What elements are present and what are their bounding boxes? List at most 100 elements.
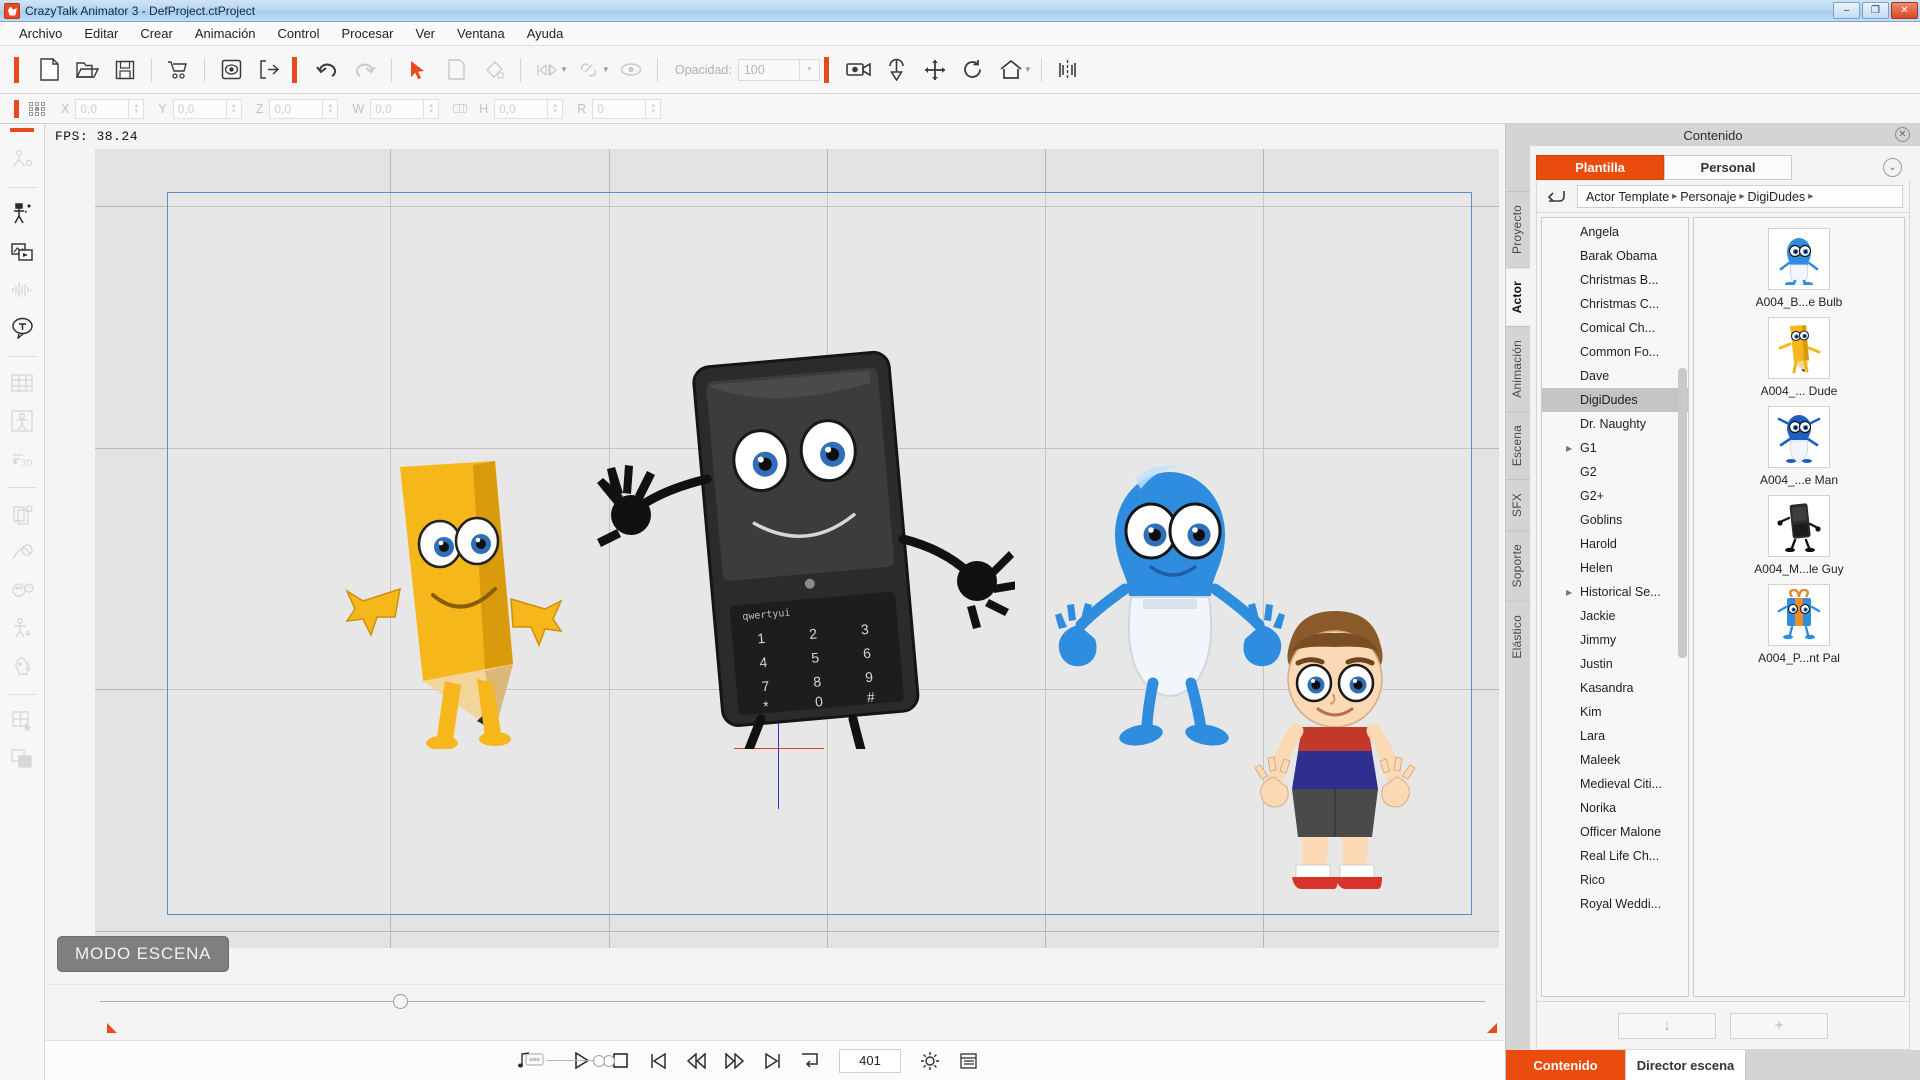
- pin-icon[interactable]: [878, 53, 916, 87]
- category-item[interactable]: Dr. Naughty: [1542, 412, 1688, 436]
- category-item[interactable]: Jackie: [1542, 604, 1688, 628]
- field-w-spinner[interactable]: ▲ ▼: [424, 98, 440, 119]
- mirror-icon[interactable]: [1049, 53, 1087, 87]
- category-item[interactable]: Christmas B...: [1542, 268, 1688, 292]
- menu-item-control[interactable]: Control: [267, 23, 331, 44]
- field-w[interactable]: W 0,0 ▲ ▼: [352, 98, 440, 119]
- vtab-animacion[interactable]: Animación: [1506, 326, 1530, 412]
- motion-key-icon[interactable]: [5, 535, 39, 569]
- select-arrow-icon[interactable]: [399, 53, 437, 87]
- add-button[interactable]: +: [1730, 1012, 1828, 1039]
- vtab-escena[interactable]: Escena: [1506, 411, 1530, 480]
- field-z[interactable]: Z 0,0 ▲ ▼: [256, 98, 339, 119]
- undo-icon[interactable]: [308, 53, 346, 87]
- export-icon[interactable]: [250, 53, 288, 87]
- field-x-spinner[interactable]: ▲ ▼: [129, 98, 145, 119]
- tab-personal[interactable]: Personal: [1664, 155, 1792, 180]
- category-item[interactable]: Rico: [1542, 868, 1688, 892]
- chevron-down-circle-icon[interactable]: ⌄: [1883, 158, 1902, 177]
- vtab-elastico[interactable]: Elástico: [1506, 600, 1530, 672]
- field-r-spinner[interactable]: ▲ ▼: [646, 98, 662, 119]
- audio-wave-icon[interactable]: [5, 273, 39, 307]
- opacity-dropdown-icon[interactable]: ▼: [799, 58, 820, 81]
- rotate-icon[interactable]: [954, 53, 992, 87]
- vtab-actor[interactable]: Actor: [1506, 266, 1530, 327]
- category-item[interactable]: Harold: [1542, 532, 1688, 556]
- close-button[interactable]: ✕: [1891, 2, 1918, 19]
- breadcrumb-item-2[interactable]: DigiDudes: [1748, 190, 1806, 204]
- menu-item-ver[interactable]: Ver: [405, 23, 447, 44]
- aspect-lock-icon[interactable]: [453, 104, 468, 113]
- present-character-thumb[interactable]: [1768, 584, 1830, 646]
- vtab-proyecto[interactable]: Proyecto: [1506, 191, 1530, 267]
- field-y[interactable]: Y 0,0 ▲ ▼: [158, 98, 242, 119]
- minimize-button[interactable]: –: [1833, 2, 1860, 19]
- menu-item-animacion[interactable]: Animación: [184, 23, 267, 44]
- breadcrumb-item-1[interactable]: Personaje: [1680, 190, 1736, 204]
- expand-triangle-icon[interactable]: ▶: [1566, 444, 1572, 453]
- menu-item-ayuda[interactable]: Ayuda: [516, 23, 575, 44]
- head-profile-icon[interactable]: [5, 649, 39, 683]
- scrub-track[interactable]: [100, 1001, 1485, 1002]
- maximize-button[interactable]: ❐: [1862, 2, 1889, 19]
- anchor-grid-icon[interactable]: [29, 101, 45, 116]
- timeline-scrub-bar[interactable]: [45, 984, 1505, 1018]
- camera-icon[interactable]: [840, 53, 878, 87]
- field-x[interactable]: X 0,0 ▲ ▼: [61, 98, 145, 119]
- category-item[interactable]: Maleek: [1542, 748, 1688, 772]
- preview-icon[interactable]: [212, 53, 250, 87]
- range-marker-end[interactable]: [1487, 1023, 1497, 1033]
- volume-slider-track[interactable]: [547, 1060, 593, 1061]
- actor-puppet-icon[interactable]: [5, 197, 39, 231]
- field-z-input[interactable]: 0,0: [269, 98, 324, 119]
- category-item[interactable]: ▶ Historical Se...: [1542, 580, 1688, 604]
- prev-frame-button[interactable]: [681, 1047, 711, 1075]
- category-item[interactable]: Kasandra: [1542, 676, 1688, 700]
- category-item[interactable]: Royal Weddi...: [1542, 892, 1688, 916]
- field-r[interactable]: R 0 ▲ ▼: [577, 98, 662, 119]
- category-item[interactable]: Christmas C...: [1542, 292, 1688, 316]
- field-r-input[interactable]: 0: [592, 98, 647, 119]
- text-bubble-icon[interactable]: [5, 311, 39, 345]
- current-frame-input[interactable]: 401: [839, 1048, 901, 1073]
- boy-character[interactable]: [1250, 601, 1420, 901]
- mobile-character-thumb[interactable]: [1768, 495, 1830, 557]
- move-icon[interactable]: [916, 53, 954, 87]
- bone-rig-icon[interactable]: [5, 142, 39, 176]
- new-document-icon[interactable]: [30, 53, 68, 87]
- field-h-input[interactable]: 0,0: [494, 98, 549, 119]
- last-frame-button[interactable]: [757, 1047, 787, 1075]
- layers-icon[interactable]: [5, 497, 39, 531]
- thumbnail-item[interactable]: A004_P...nt Pal: [1694, 584, 1904, 665]
- music-note-icon[interactable]: [509, 1047, 539, 1075]
- field-w-input[interactable]: 0,0: [370, 98, 425, 119]
- thumbnail-item[interactable]: A004_M...le Guy: [1694, 495, 1904, 576]
- thumbnail-grid[interactable]: A004_B...e Bulb A004_... Dude A004_...e …: [1693, 217, 1905, 997]
- category-item[interactable]: G2: [1542, 460, 1688, 484]
- three-d-icon[interactable]: 3D: [5, 442, 39, 476]
- bottom-tab-contenido[interactable]: Contenido: [1506, 1050, 1626, 1080]
- thumbnail-item[interactable]: A004_...e Man: [1694, 406, 1904, 487]
- loop-button[interactable]: [795, 1047, 825, 1075]
- canvas-area[interactable]: FPS: 38.24 qwertyui 1 2 3 4 5 6 7 8 9 * …: [45, 124, 1505, 984]
- menu-item-crear[interactable]: Crear: [129, 23, 184, 44]
- home-chevron-icon[interactable]: ▼: [1024, 65, 1032, 74]
- volume-slider[interactable]: [547, 1054, 605, 1067]
- category-list[interactable]: Angela Barak Obama Christmas B... Christ…: [1541, 217, 1689, 997]
- breadcrumb-item-0[interactable]: Actor Template: [1586, 190, 1669, 204]
- category-item[interactable]: Angela: [1542, 220, 1688, 244]
- category-item[interactable]: Common Fo...: [1542, 340, 1688, 364]
- tab-plantilla[interactable]: Plantilla: [1536, 155, 1664, 180]
- face-puppet-icon[interactable]: [5, 573, 39, 607]
- gear-icon[interactable]: [915, 1047, 945, 1075]
- menu-item-editar[interactable]: Editar: [73, 23, 129, 44]
- category-item[interactable]: ▶ G1: [1542, 436, 1688, 460]
- bulb-character-thumb[interactable]: [1768, 228, 1830, 290]
- stack-layers-icon[interactable]: [5, 742, 39, 776]
- pencil-dude-character[interactable]: [345, 449, 565, 749]
- range-marker-start[interactable]: [107, 1023, 117, 1033]
- field-h[interactable]: H 0,0 ▲ ▼: [479, 98, 564, 119]
- vtab-sfx[interactable]: SFX: [1506, 479, 1530, 531]
- category-item[interactable]: Medieval Citi...: [1542, 772, 1688, 796]
- field-y-spinner[interactable]: ▲ ▼: [226, 98, 242, 119]
